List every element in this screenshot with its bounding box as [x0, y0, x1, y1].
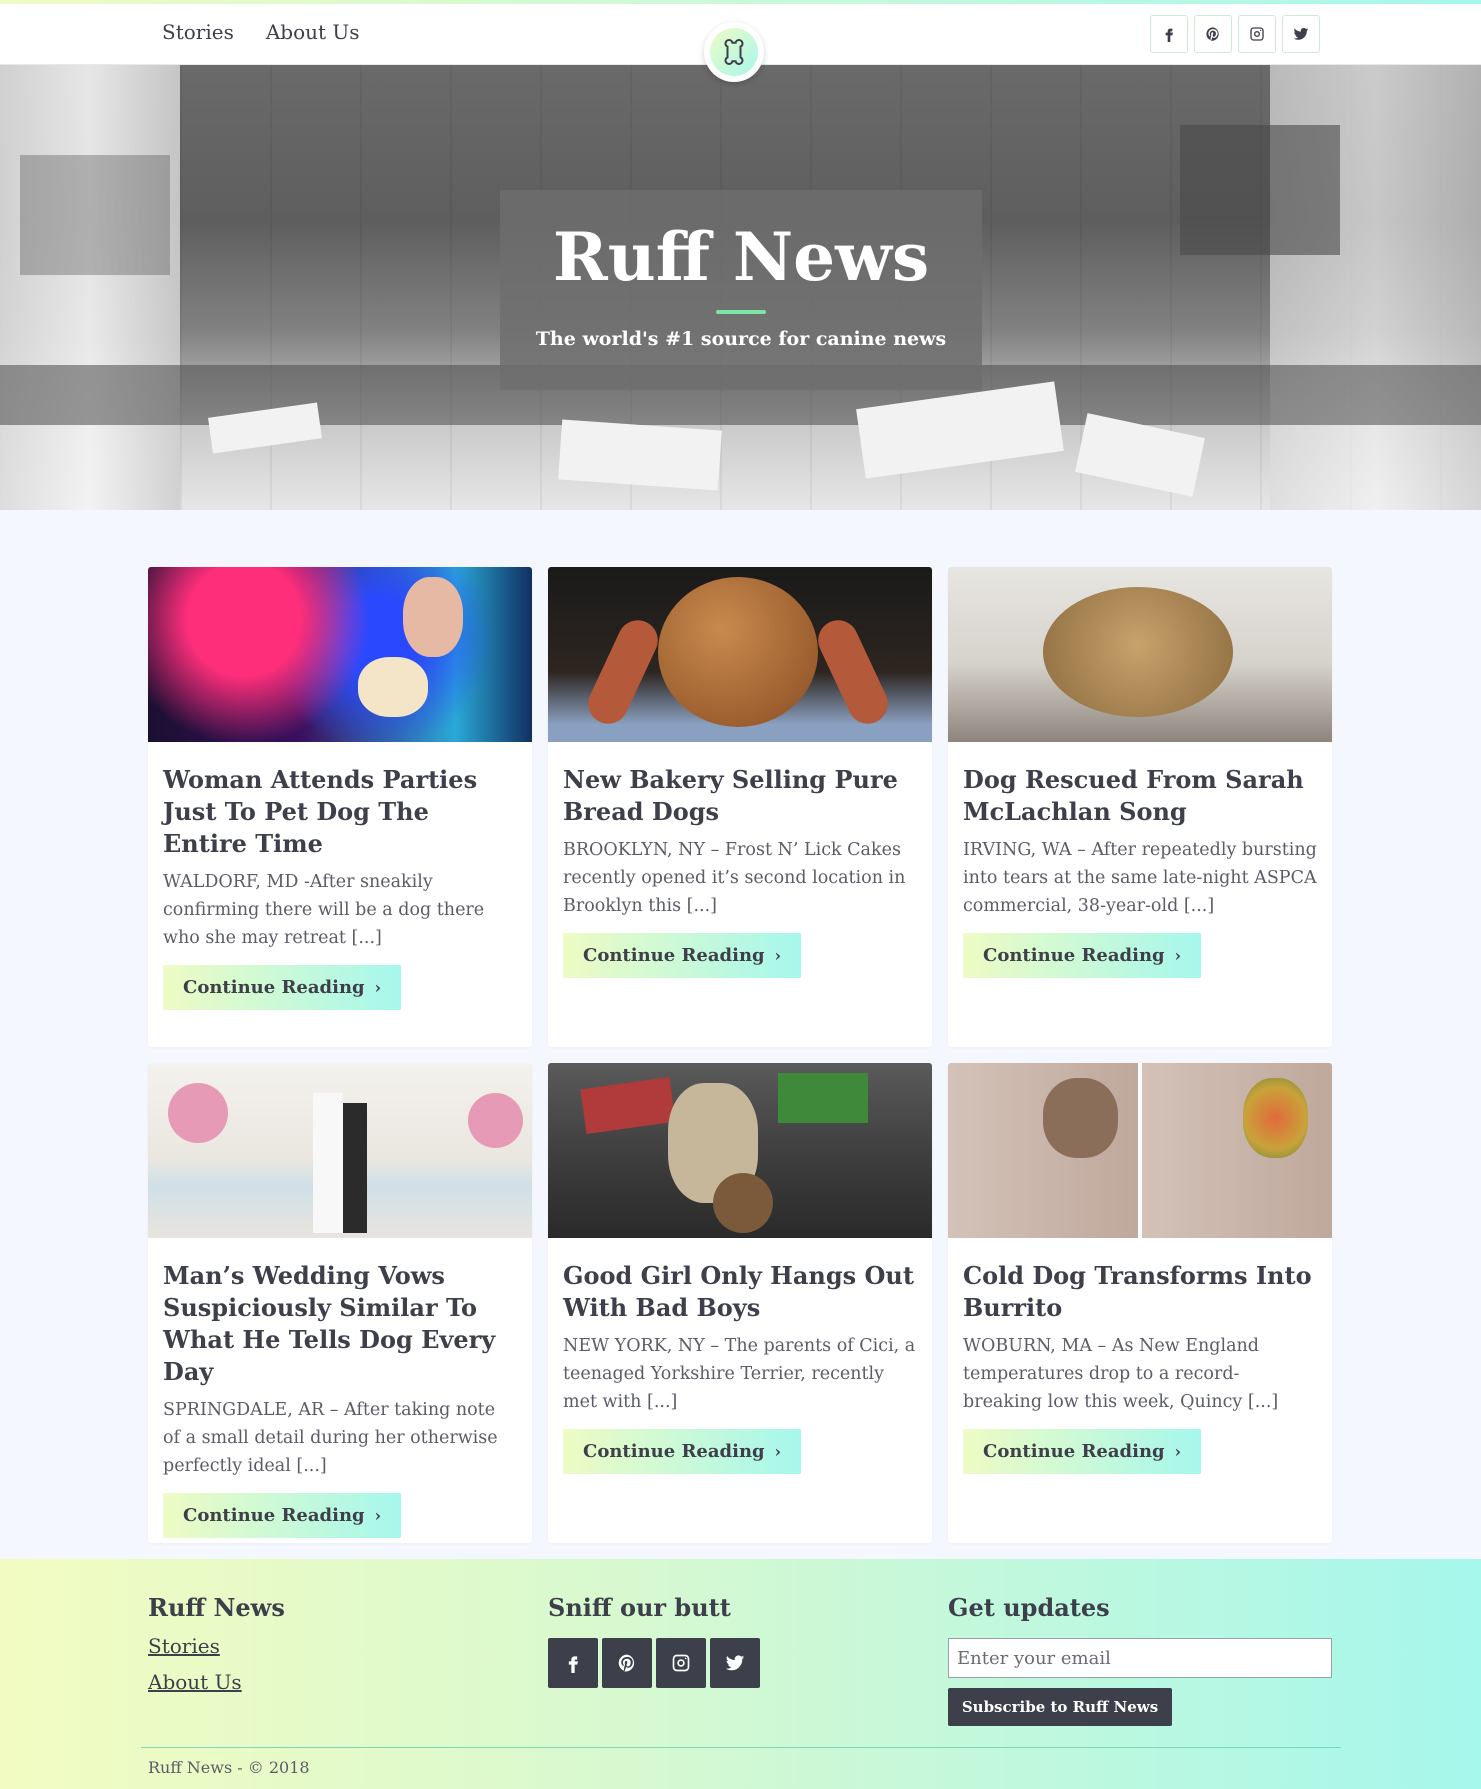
story-excerpt: NEW YORK, NY – The parents of Cici, a te…: [563, 1336, 916, 1412]
story-thumbnail[interactable]: [148, 1063, 532, 1238]
hero-photo-desk: [1180, 125, 1340, 255]
email-input[interactable]: [948, 1638, 1332, 1678]
continue-reading-button[interactable]: Continue Reading ›: [163, 965, 402, 1010]
facebook-icon[interactable]: [1150, 15, 1188, 53]
story-thumbnail[interactable]: [548, 1063, 932, 1238]
twitter-icon[interactable]: [710, 1638, 760, 1688]
facebook-icon[interactable]: [548, 1638, 598, 1688]
story-thumbnail-figure: [658, 577, 818, 727]
site-logo[interactable]: [704, 22, 764, 82]
story-excerpt: SPRINGDALE, AR – After taking note of a …: [163, 1400, 498, 1476]
twitter-icon[interactable]: [1282, 15, 1320, 53]
hero-photo-paper: [558, 419, 722, 491]
story-card: Woman Attends Parties Just To Pet Dog Th…: [148, 567, 532, 1047]
story-title[interactable]: New Bakery Selling Pure Bread Dogs: [563, 764, 917, 828]
footer-brand-column: Ruff News Stories About Us: [148, 1593, 285, 1694]
continue-reading-label: Continue Reading: [983, 1441, 1165, 1462]
continue-reading-label: Continue Reading: [183, 1505, 365, 1526]
hero-title-box: Ruff News The world's #1 source for cani…: [500, 190, 982, 390]
story-card: New Bakery Selling Pure Bread Dogs BROOK…: [548, 567, 932, 1047]
chevron-right-icon: ›: [774, 946, 782, 965]
footer-copyright: Ruff News - © 2018: [148, 1758, 310, 1777]
instagram-icon[interactable]: [1238, 15, 1276, 53]
story-title[interactable]: Cold Dog Transforms Into Burrito: [963, 1260, 1317, 1324]
continue-reading-label: Continue Reading: [583, 945, 765, 966]
chevron-right-icon: ›: [374, 978, 382, 997]
story-thumbnail[interactable]: [948, 1063, 1332, 1238]
pinterest-icon[interactable]: [1194, 15, 1232, 53]
pinterest-icon[interactable]: [602, 1638, 652, 1688]
chevron-right-icon: ›: [774, 1442, 782, 1461]
nav-links: Stories About Us: [162, 20, 360, 44]
continue-reading-label: Continue Reading: [983, 945, 1165, 966]
footer-updates-heading: Get updates: [948, 1593, 1110, 1622]
story-thumbnail-figure: [1043, 587, 1233, 717]
footer-social-heading: Sniff our butt: [548, 1593, 731, 1622]
chevron-right-icon: ›: [1174, 1442, 1182, 1461]
nav-social-icons: [1150, 15, 1320, 53]
story-excerpt: IRVING, WA – After repeatedly bursting i…: [963, 840, 1317, 916]
story-thumbnail-figure: [168, 1083, 228, 1143]
continue-reading-button[interactable]: Continue Reading ›: [563, 933, 802, 978]
footer-updates-column: Get updates Subscribe to Ruff News: [948, 1593, 1332, 1726]
story-thumbnail[interactable]: [148, 567, 532, 742]
hero-photo-desk: [20, 155, 170, 275]
story-title[interactable]: Man’s Wedding Vows Suspiciously Similar …: [163, 1260, 517, 1388]
story-thumbnail-figure: [403, 577, 463, 657]
chevron-right-icon: ›: [1174, 946, 1182, 965]
continue-reading-button[interactable]: Continue Reading ›: [963, 933, 1202, 978]
site-footer: Ruff News Stories About Us Sniff our but…: [0, 1559, 1481, 1789]
story-excerpt: WALDORF, MD -After sneakily confirming t…: [163, 872, 485, 948]
nav-link-stories[interactable]: Stories: [162, 20, 234, 44]
hero-subtitle: The world's #1 source for canine news: [535, 328, 947, 350]
continue-reading-label: Continue Reading: [583, 1441, 765, 1462]
footer-brand: Ruff News: [148, 1593, 285, 1622]
continue-reading-label: Continue Reading: [183, 977, 365, 998]
nav-link-about-us[interactable]: About Us: [266, 20, 360, 44]
story-title[interactable]: Woman Attends Parties Just To Pet Dog Th…: [163, 764, 517, 860]
story-thumbnail-figure: [343, 1103, 367, 1233]
continue-reading-button[interactable]: Continue Reading ›: [963, 1429, 1202, 1474]
chevron-right-icon: ›: [374, 1506, 382, 1525]
dog-bone-logo-icon: [710, 28, 758, 76]
story-thumbnail-figure: [468, 1093, 523, 1148]
story-excerpt: WOBURN, MA – As New England temperatures…: [963, 1336, 1279, 1412]
story-title[interactable]: Good Girl Only Hangs Out With Bad Boys: [563, 1260, 917, 1324]
hero-banner: Ruff News The world's #1 source for cani…: [0, 65, 1481, 510]
hero-photo-pillar: [0, 65, 180, 510]
story-card: Good Girl Only Hangs Out With Bad Boys N…: [548, 1063, 932, 1543]
story-thumbnail-figure: [1043, 1078, 1118, 1158]
story-thumbnail[interactable]: [948, 567, 1332, 742]
footer-link-stories[interactable]: Stories: [148, 1634, 285, 1658]
instagram-icon[interactable]: [656, 1638, 706, 1688]
story-thumbnail-figure: [358, 657, 428, 717]
story-title[interactable]: Dog Rescued From Sarah McLachlan Song: [963, 764, 1317, 828]
story-excerpt: BROOKLYN, NY – Frost N’ Lick Cakes recen…: [563, 840, 906, 916]
story-card: Dog Rescued From Sarah McLachlan Song IR…: [948, 567, 1332, 1047]
hero-divider: [716, 310, 766, 314]
subscribe-button[interactable]: Subscribe to Ruff News: [948, 1688, 1172, 1726]
story-thumbnail-figure: [713, 1173, 773, 1233]
hero-title: Ruff News: [552, 218, 930, 296]
story-thumbnail[interactable]: [548, 567, 932, 742]
continue-reading-button[interactable]: Continue Reading ›: [563, 1429, 802, 1474]
story-card: Cold Dog Transforms Into Burrito WOBURN,…: [948, 1063, 1332, 1543]
footer-social-icons: [548, 1638, 760, 1688]
story-thumbnail-figure: [778, 1073, 868, 1123]
hero-photo-paper: [1075, 413, 1205, 497]
continue-reading-button[interactable]: Continue Reading ›: [163, 1493, 402, 1538]
footer-social-column: Sniff our butt: [548, 1593, 760, 1688]
story-thumbnail-figure: [581, 613, 665, 731]
footer-divider: [141, 1747, 1341, 1748]
stories-grid: Woman Attends Parties Just To Pet Dog Th…: [148, 567, 1332, 1543]
story-thumbnail-figure: [313, 1093, 343, 1233]
story-thumbnail-figure: [811, 613, 895, 731]
story-thumbnail-figure: [1243, 1078, 1308, 1158]
story-thumbnail-figure: [580, 1076, 676, 1135]
story-card: Man’s Wedding Vows Suspiciously Similar …: [148, 1063, 532, 1543]
footer-link-about-us[interactable]: About Us: [148, 1670, 285, 1694]
